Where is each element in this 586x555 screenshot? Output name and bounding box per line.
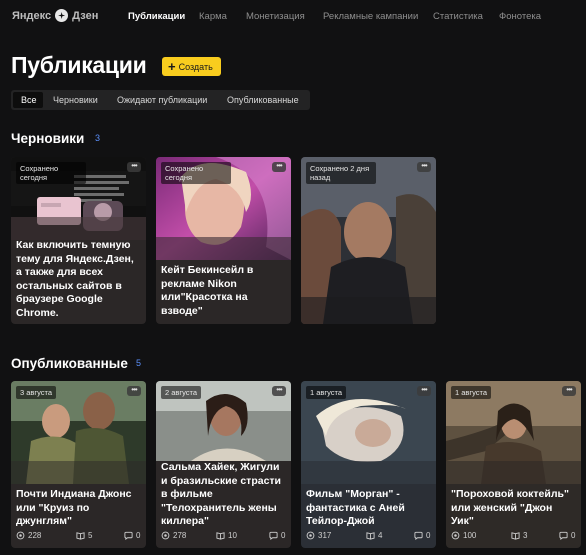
- card-status-badge: Сохранено сегодня: [161, 162, 231, 184]
- comments-count: 0: [426, 531, 431, 540]
- more-dots-icon[interactable]: •••: [417, 162, 431, 172]
- reads-count: 4: [378, 531, 383, 540]
- card-title[interactable]: Кейт Бекинсейл в рекламе Nikon или"Красо…: [161, 264, 283, 318]
- card-status-badge: Сохранено 2 дня назад: [306, 162, 376, 184]
- nav-karma[interactable]: Карма: [199, 11, 227, 22]
- logo-text: Яндекс: [12, 9, 52, 22]
- eye-icon: [16, 531, 25, 540]
- card-date-badge: 1 августа: [306, 386, 347, 399]
- card-title[interactable]: "Пороховой коктейль" или женский "Джон У…: [451, 488, 577, 529]
- nav-monetization[interactable]: Монетизация: [246, 11, 305, 22]
- eye-icon: [161, 531, 170, 540]
- card-title[interactable]: Как включить темную тему для Яндекс.Дзен…: [16, 239, 138, 320]
- published-card[interactable]: 2 августа ••• Сальма Хайек, Жигули и бра…: [156, 381, 291, 548]
- top-bar: Яндекс Дзен Публикации Карма Монетизация…: [0, 0, 586, 34]
- views-count: 228: [28, 531, 42, 540]
- card-title[interactable]: Фильм "Морган" - фантастика с Аней Тейло…: [306, 488, 430, 529]
- zen-logo-icon: [55, 9, 69, 22]
- comment-icon: [124, 531, 133, 540]
- more-dots-icon[interactable]: •••: [272, 162, 286, 172]
- book-icon: [511, 532, 520, 540]
- filter-drafts[interactable]: Черновики: [53, 95, 98, 105]
- eye-icon: [451, 531, 460, 540]
- published-card[interactable]: 1 августа ••• "Пороховой коктейль" или ж…: [446, 381, 581, 548]
- more-dots-icon[interactable]: •••: [272, 386, 286, 396]
- logo-suffix: Дзен: [72, 9, 99, 22]
- nav-music-library[interactable]: Фонотека: [499, 11, 541, 22]
- reads-count: 10: [228, 531, 237, 540]
- draft-card[interactable]: Сохранено сегодня ••• Кейт Бекинсейл в р…: [156, 157, 291, 324]
- page-title: Публикации: [11, 52, 147, 78]
- eye-icon: [306, 531, 315, 540]
- published-title: Опубликованные: [11, 356, 128, 371]
- comments-count: 0: [281, 531, 286, 540]
- draft-card[interactable]: Сохранено сегодня ••• Как включить темну…: [11, 157, 146, 324]
- card-stats: 278 10 0: [161, 531, 286, 542]
- card-stats: 100 3 0: [451, 531, 576, 542]
- reads-count: 5: [88, 531, 93, 540]
- card-date-badge: 2 августа: [161, 386, 202, 399]
- card-title[interactable]: Сальма Хайек, Жигули и бразильские страс…: [161, 461, 285, 529]
- card-status-badge: Сохранено сегодня: [16, 162, 86, 184]
- nav-statistics[interactable]: Статистика: [433, 11, 483, 22]
- card-date-badge: 1 августа: [451, 386, 492, 399]
- comment-icon: [414, 531, 423, 540]
- reads-count: 3: [523, 531, 528, 540]
- logo[interactable]: Яндекс Дзен: [12, 9, 98, 22]
- filter-published[interactable]: Опубликованные: [227, 95, 299, 105]
- card-stats: 228 5 0: [16, 531, 141, 542]
- book-icon: [76, 532, 85, 540]
- more-dots-icon[interactable]: •••: [127, 386, 141, 396]
- more-dots-icon[interactable]: •••: [417, 386, 431, 396]
- more-dots-icon[interactable]: •••: [127, 162, 141, 172]
- drafts-count: 3: [95, 133, 101, 143]
- views-count: 100: [463, 531, 477, 540]
- card-date-badge: 3 августа: [16, 386, 57, 399]
- card-stats: 317 4 0: [306, 531, 431, 542]
- draft-card[interactable]: Сохранено 2 дня назад •••: [301, 157, 436, 324]
- views-count: 278: [173, 531, 187, 540]
- nav-ad-campaigns[interactable]: Рекламные кампании: [323, 11, 418, 22]
- filter-all[interactable]: Все: [21, 95, 37, 105]
- filter-tabs: Все Черновики Ожидают публикации Опублик…: [11, 90, 310, 110]
- comment-icon: [559, 531, 568, 540]
- create-button-label: Создать: [178, 61, 213, 72]
- drafts-title: Черновики: [11, 131, 85, 146]
- published-count: 5: [136, 358, 142, 368]
- comments-count: 0: [136, 531, 141, 540]
- comments-count: 0: [571, 531, 576, 540]
- create-button[interactable]: + Создать: [162, 57, 221, 76]
- book-icon: [366, 532, 375, 540]
- book-icon: [216, 532, 225, 540]
- filter-pending[interactable]: Ожидают публикации: [117, 95, 207, 105]
- published-card[interactable]: 3 августа ••• Почти Индиана Джонс или "К…: [11, 381, 146, 548]
- views-count: 317: [318, 531, 332, 540]
- nav-publications[interactable]: Публикации: [128, 11, 185, 22]
- comment-icon: [269, 531, 278, 540]
- card-title[interactable]: Почти Индиана Джонс или "Круиз по джунгл…: [16, 488, 140, 529]
- more-dots-icon[interactable]: •••: [562, 386, 576, 396]
- published-card[interactable]: 1 августа ••• Фильм "Морган" - фантастик…: [301, 381, 436, 548]
- plus-icon: +: [168, 58, 176, 74]
